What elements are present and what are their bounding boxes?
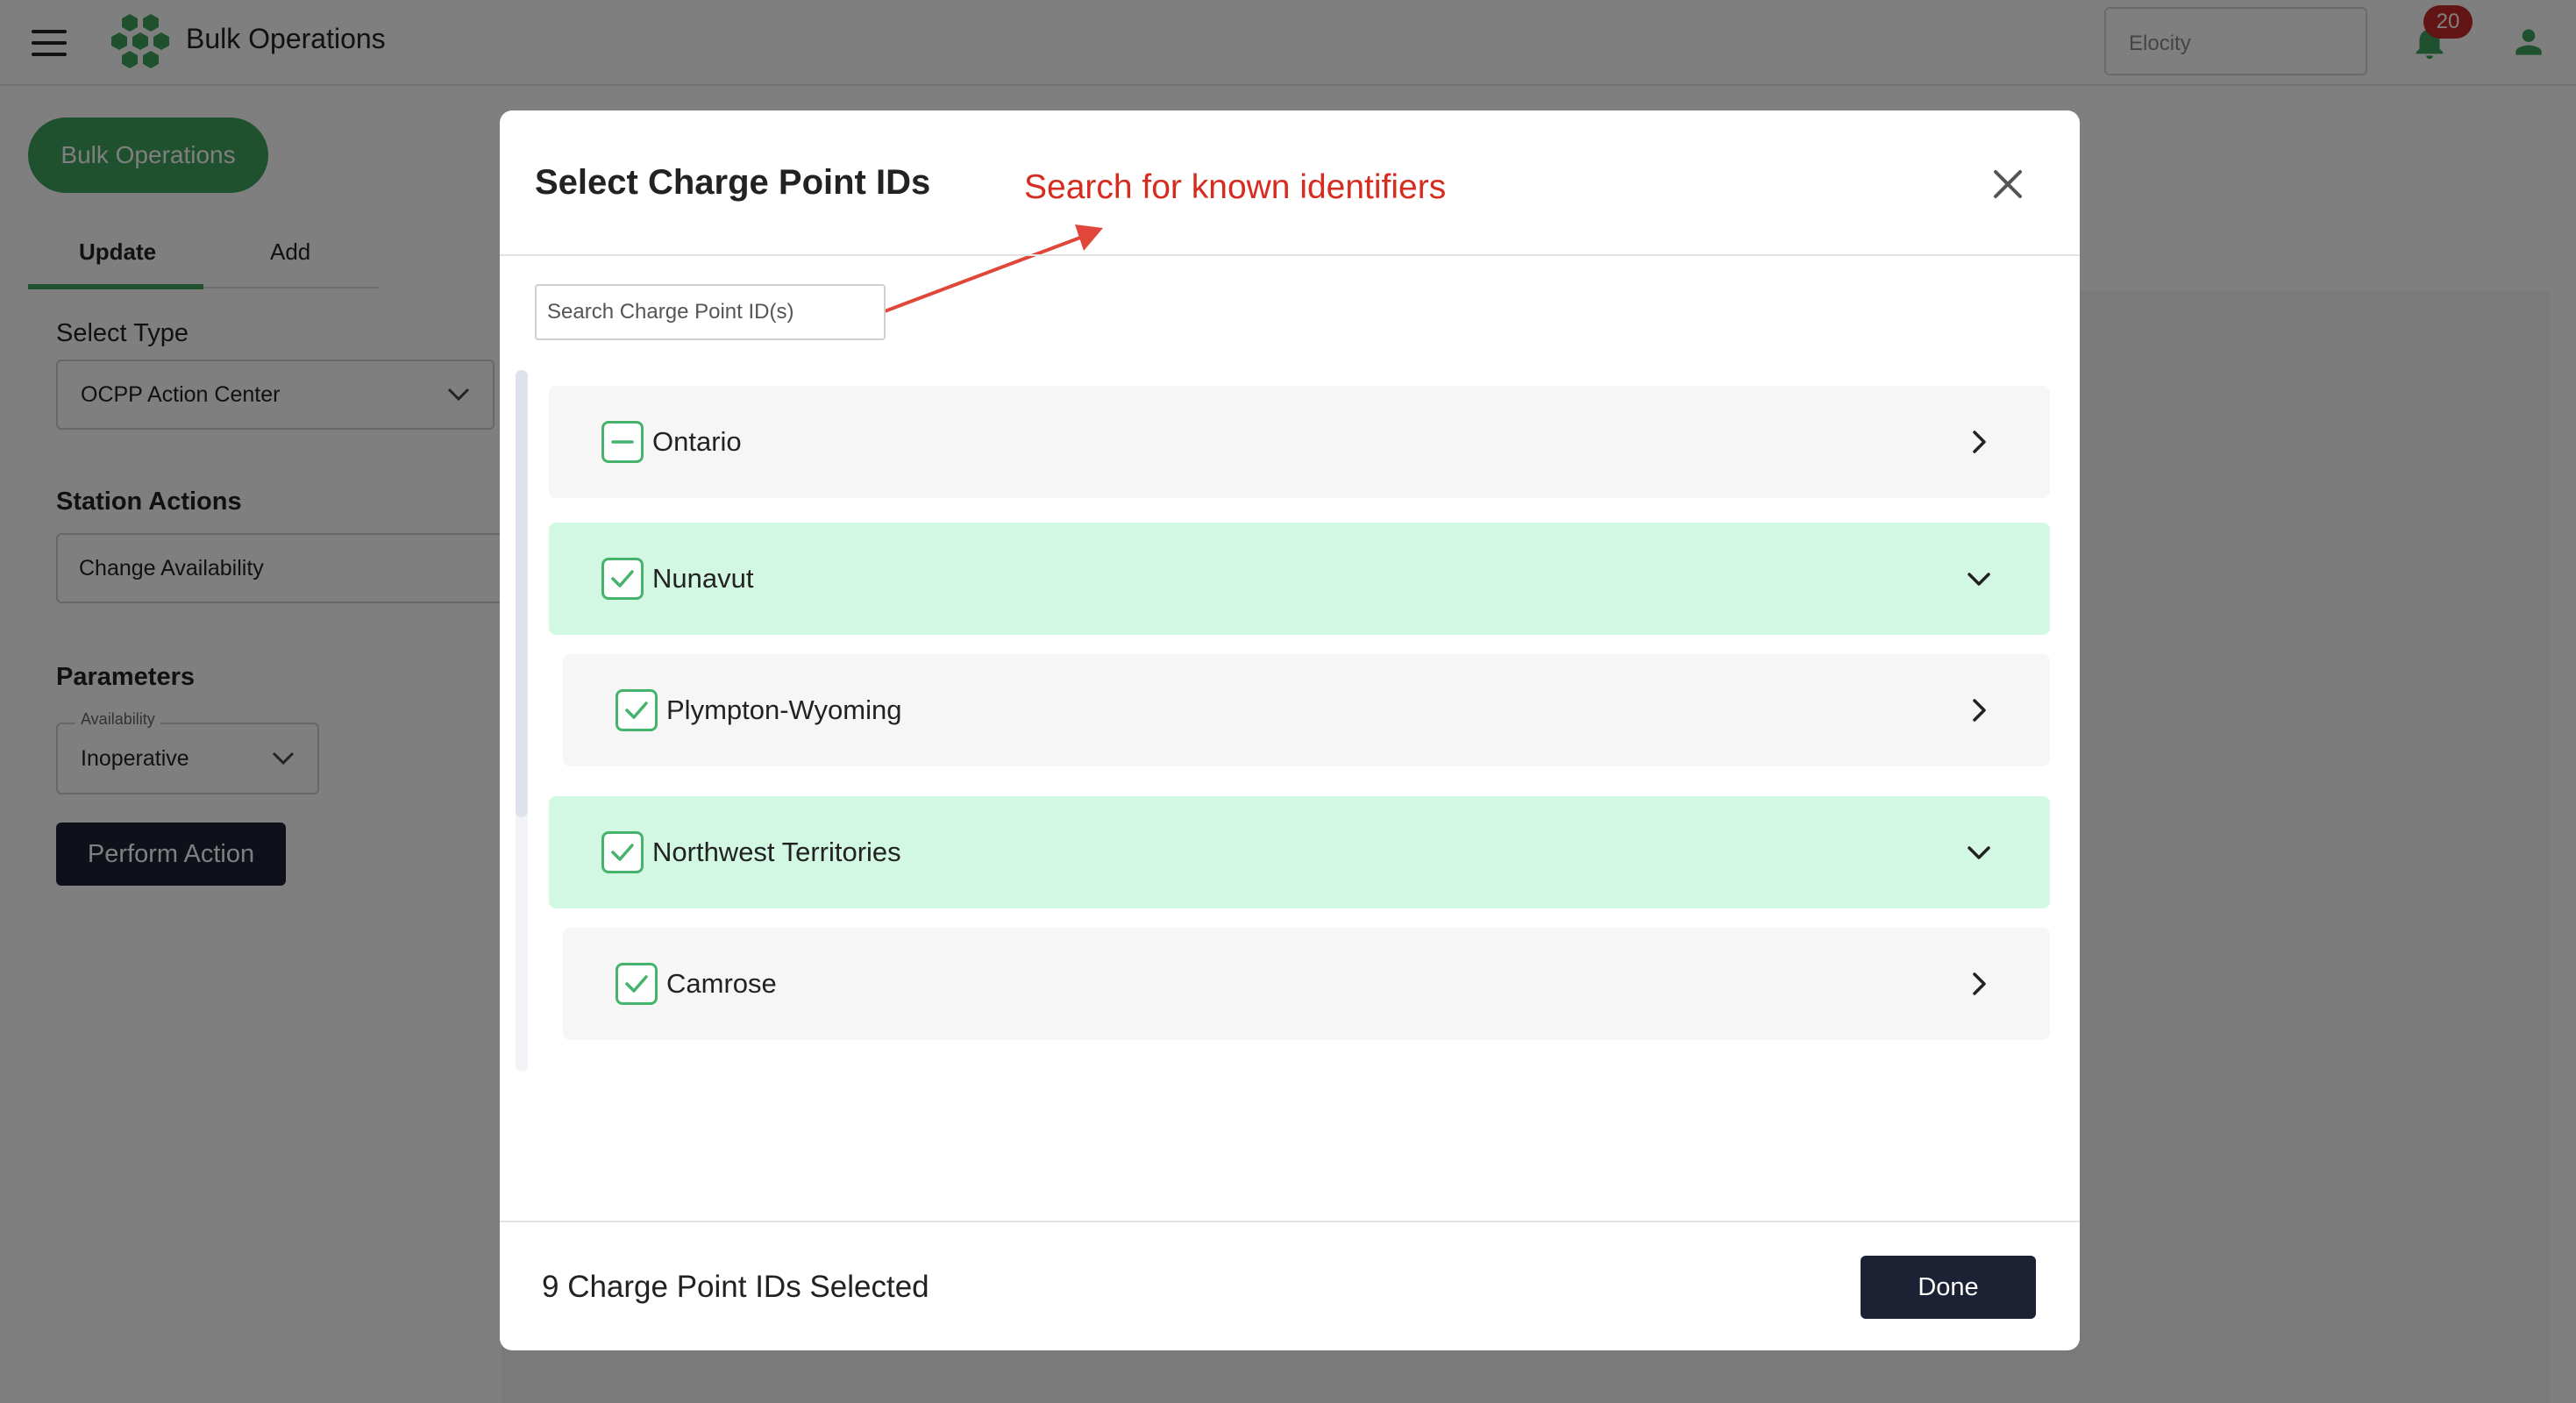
minus-icon xyxy=(611,440,634,444)
row-label: Camrose xyxy=(666,968,777,999)
chevron-right-icon[interactable] xyxy=(1966,429,1992,455)
modal-footer-divider xyxy=(500,1221,2080,1222)
check-icon xyxy=(625,975,648,993)
checked-checkbox[interactable] xyxy=(616,963,658,1005)
partial-checkbox[interactable] xyxy=(601,421,644,463)
done-button[interactable]: Done xyxy=(1861,1256,2036,1319)
select-charge-points-modal: Select Charge Point IDs Search for known… xyxy=(500,110,2080,1350)
search-charge-point-input[interactable] xyxy=(535,284,886,340)
checked-checkbox[interactable] xyxy=(601,558,644,600)
city-row-plympton-wyoming[interactable]: Plympton-Wyoming xyxy=(563,654,2050,766)
region-row-ontario[interactable]: Ontario xyxy=(549,386,2050,498)
row-label: Nunavut xyxy=(652,563,754,594)
modal-title: Select Charge Point IDs xyxy=(535,163,931,202)
check-icon xyxy=(625,702,648,719)
scrollbar-thumb[interactable] xyxy=(516,370,528,817)
selected-count-text: 9 Charge Point IDs Selected xyxy=(542,1270,929,1304)
modal-header-divider xyxy=(500,254,2080,256)
region-row-nunavut[interactable]: Nunavut xyxy=(549,523,2050,635)
checked-checkbox[interactable] xyxy=(616,689,658,731)
chevron-right-icon[interactable] xyxy=(1966,697,1992,723)
row-label: Northwest Territories xyxy=(652,837,901,867)
row-label: Plympton-Wyoming xyxy=(666,694,902,725)
chevron-down-icon[interactable] xyxy=(1966,566,1992,592)
chevron-down-icon[interactable] xyxy=(1966,839,1992,865)
row-label: Ontario xyxy=(652,426,742,457)
check-icon xyxy=(611,844,634,861)
chevron-right-icon[interactable] xyxy=(1966,971,1992,997)
close-icon[interactable] xyxy=(1989,165,2027,203)
city-row-camrose[interactable]: Camrose xyxy=(563,928,2050,1040)
check-icon xyxy=(611,570,634,588)
region-row-northwest-territories[interactable]: Northwest Territories xyxy=(549,796,2050,908)
checked-checkbox[interactable] xyxy=(601,831,644,873)
